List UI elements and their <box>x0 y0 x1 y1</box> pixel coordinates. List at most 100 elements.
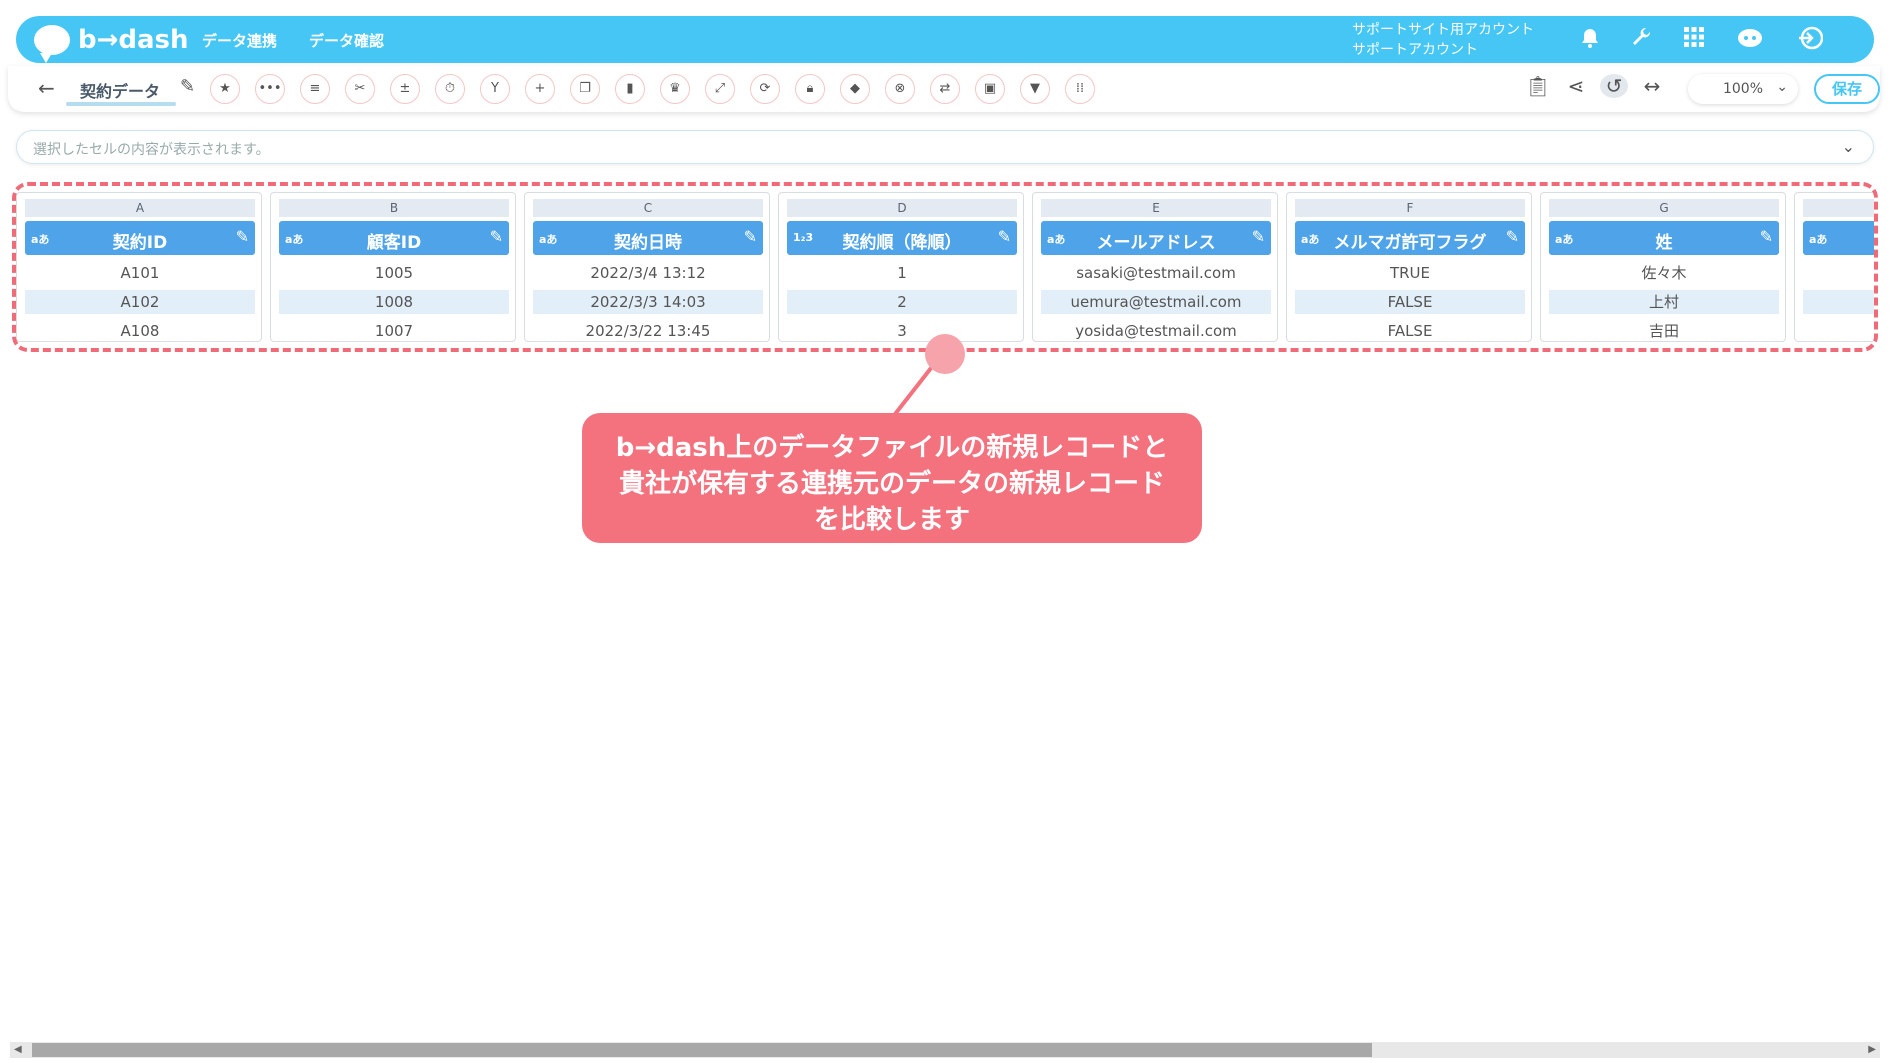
column-letter[interactable]: G <box>1549 199 1779 217</box>
table-cell[interactable]: yosida@testmail.com <box>1041 319 1271 343</box>
column-title: 姓 <box>1655 233 1673 253</box>
trash-icon[interactable]: ▮ <box>615 74 645 104</box>
scroll-left-icon[interactable]: ◀ <box>14 1042 22 1058</box>
table-cell[interactable] <box>1803 261 1874 285</box>
column-title: 顧客ID <box>366 233 422 253</box>
table-cell[interactable]: 1007 <box>279 319 509 343</box>
edit-pencil-icon[interactable]: ✎ <box>744 227 757 246</box>
table-cell[interactable]: 1005 <box>279 261 509 285</box>
table-cell[interactable]: 佐々木 <box>1549 261 1779 285</box>
close-circle-icon[interactable]: ⊗ <box>885 74 915 104</box>
merge-icon[interactable]: Y <box>480 74 510 104</box>
list-icon[interactable]: ≡ <box>300 74 330 104</box>
file-tab[interactable]: 契約データ <box>80 78 160 102</box>
more-icon[interactable]: ••• <box>255 74 285 104</box>
edit-pencil-icon[interactable]: ✎ <box>1252 227 1265 246</box>
table-cell[interactable]: A102 <box>25 290 255 314</box>
repeat-icon[interactable]: ⟳ <box>750 74 780 104</box>
cube-icon[interactable]: ◆ <box>840 74 870 104</box>
table-cell[interactable] <box>1803 319 1874 343</box>
edit-pencil-icon[interactable]: ✎ <box>490 227 503 246</box>
lock-icon[interactable]: 🔒︎ <box>795 74 825 104</box>
timer-icon[interactable]: ⏱ <box>435 74 465 104</box>
column-letter[interactable]: E <box>1041 199 1271 217</box>
column-letter[interactable]: C <box>533 199 763 217</box>
column-title: 契約順（降順） <box>842 233 962 253</box>
table-cell[interactable]: uemura@testmail.com <box>1041 290 1271 314</box>
zoom-select[interactable]: 100% ⌄ <box>1688 74 1798 104</box>
edit-pencil-icon[interactable]: ✎ <box>236 227 249 246</box>
table-cell[interactable]: 上村 <box>1549 290 1779 314</box>
table-cell[interactable]: 吉田 <box>1549 319 1779 343</box>
column-header[interactable]: aあ 姓 ✎ <box>1549 221 1779 255</box>
cross-icon[interactable]: ± <box>390 74 420 104</box>
tools-icon[interactable]: ✂ <box>345 74 375 104</box>
clipboard-icon[interactable]: 📋︎ <box>1524 74 1552 98</box>
column-letter[interactable]: F <box>1295 199 1525 217</box>
table-cell[interactable]: 2022/3/22 13:45 <box>533 319 763 343</box>
column-g: G aあ 姓 ✎ 佐々木 上村 吉田 <box>1540 192 1786 342</box>
scrollbar-thumb[interactable] <box>32 1043 1372 1057</box>
plus-icon[interactable]: + <box>525 74 555 104</box>
table-cell[interactable]: FALSE <box>1295 319 1525 343</box>
column-header[interactable]: aあ メルマガ許可フラグ ✎ <box>1295 221 1525 255</box>
horizontal-scrollbar[interactable]: ◀ ▶ <box>10 1042 1880 1058</box>
cell-content-placeholder: 選択したセルの内容が表示されます。 <box>33 142 270 158</box>
table-cell[interactable]: 2022/3/4 13:12 <box>533 261 763 285</box>
table-cell[interactable]: 2022/3/3 14:03 <box>533 290 763 314</box>
logo[interactable]: b→dash <box>34 20 189 63</box>
star-icon[interactable]: ★ <box>210 74 240 104</box>
table-cell[interactable]: 1 <box>787 261 1017 285</box>
apps-grid-icon[interactable] <box>1680 26 1708 54</box>
column-header[interactable]: aあ 契約日時 ✎ <box>533 221 763 255</box>
grid-icon[interactable]: ⁞⁞ <box>1065 74 1095 104</box>
column-letter[interactable]: D <box>787 199 1017 217</box>
code-icon[interactable]: ↔ <box>1638 74 1666 98</box>
expand-icon[interactable]: ⤢ <box>705 74 735 104</box>
frame-icon[interactable]: ▣ <box>975 74 1005 104</box>
logout-icon[interactable] <box>1796 26 1824 54</box>
edit-pencil-icon[interactable]: ✎ <box>998 227 1011 246</box>
table-cell[interactable]: TRUE <box>1295 261 1525 285</box>
chevron-down-icon[interactable]: ⌄ <box>1842 137 1855 156</box>
scroll-right-icon[interactable]: ▶ <box>1868 1042 1876 1058</box>
column-letter[interactable]: A <box>25 199 255 217</box>
table-cell[interactable] <box>1803 290 1874 314</box>
filter-icon[interactable]: ▼ <box>1020 74 1050 104</box>
rename-pencil-icon[interactable]: ✎ <box>180 76 195 97</box>
nav-data-check[interactable]: データ確認 <box>309 30 384 51</box>
edit-pencil-icon[interactable]: ✎ <box>1506 227 1519 246</box>
table-cell[interactable]: 1008 <box>279 290 509 314</box>
edit-pencil-icon[interactable]: ✎ <box>1760 227 1773 246</box>
column-letter[interactable]: B <box>279 199 509 217</box>
column-f: F aあ メルマガ許可フラグ ✎ TRUE FALSE FALSE <box>1286 192 1532 342</box>
table-cell[interactable]: 2 <box>787 290 1017 314</box>
save-button[interactable]: 保存 <box>1814 74 1880 104</box>
transform-icon[interactable]: ⇄ <box>930 74 960 104</box>
nav-data-link[interactable]: データ連携 <box>202 30 277 51</box>
column-d: D 1₂3 契約順（降順） ✎ 1 2 3 <box>778 192 1024 342</box>
history-icon[interactable]: ↺ <box>1600 74 1628 98</box>
column-header[interactable]: aあ 顧客ID ✎ <box>279 221 509 255</box>
back-arrow-icon[interactable]: ← <box>38 76 55 100</box>
column-header[interactable]: aあ メールアドレス ✎ <box>1041 221 1271 255</box>
column-letter[interactable] <box>1803 199 1874 217</box>
assistant-icon[interactable] <box>1736 26 1764 54</box>
copy-icon[interactable]: ❐ <box>570 74 600 104</box>
table-cell[interactable]: sasaki@testmail.com <box>1041 261 1271 285</box>
wrench-icon[interactable] <box>1628 26 1656 54</box>
table-cell[interactable]: A108 <box>25 319 255 343</box>
column-header[interactable]: aあ <box>1803 221 1874 255</box>
table-cell[interactable]: A101 <box>25 261 255 285</box>
account-name: サポートサイト用アカウント <box>1352 22 1534 38</box>
logo-text: b→dash <box>78 25 189 55</box>
crown-icon[interactable]: ♛ <box>660 74 690 104</box>
column-header[interactable]: 1₂3 契約順（降順） ✎ <box>787 221 1017 255</box>
cell-content-bar[interactable]: 選択したセルの内容が表示されます。 ⌄ <box>16 130 1874 164</box>
app-header: b→dash データ連携 データ確認 サポートサイト用アカウント サポートアカウ… <box>16 16 1874 63</box>
bell-icon[interactable] <box>1576 26 1604 54</box>
column-header[interactable]: aあ 契約ID ✎ <box>25 221 255 255</box>
account-info[interactable]: サポートサイト用アカウント サポートアカウント <box>1352 20 1534 60</box>
share-icon[interactable]: ⋖ <box>1562 74 1590 98</box>
table-cell[interactable]: FALSE <box>1295 290 1525 314</box>
